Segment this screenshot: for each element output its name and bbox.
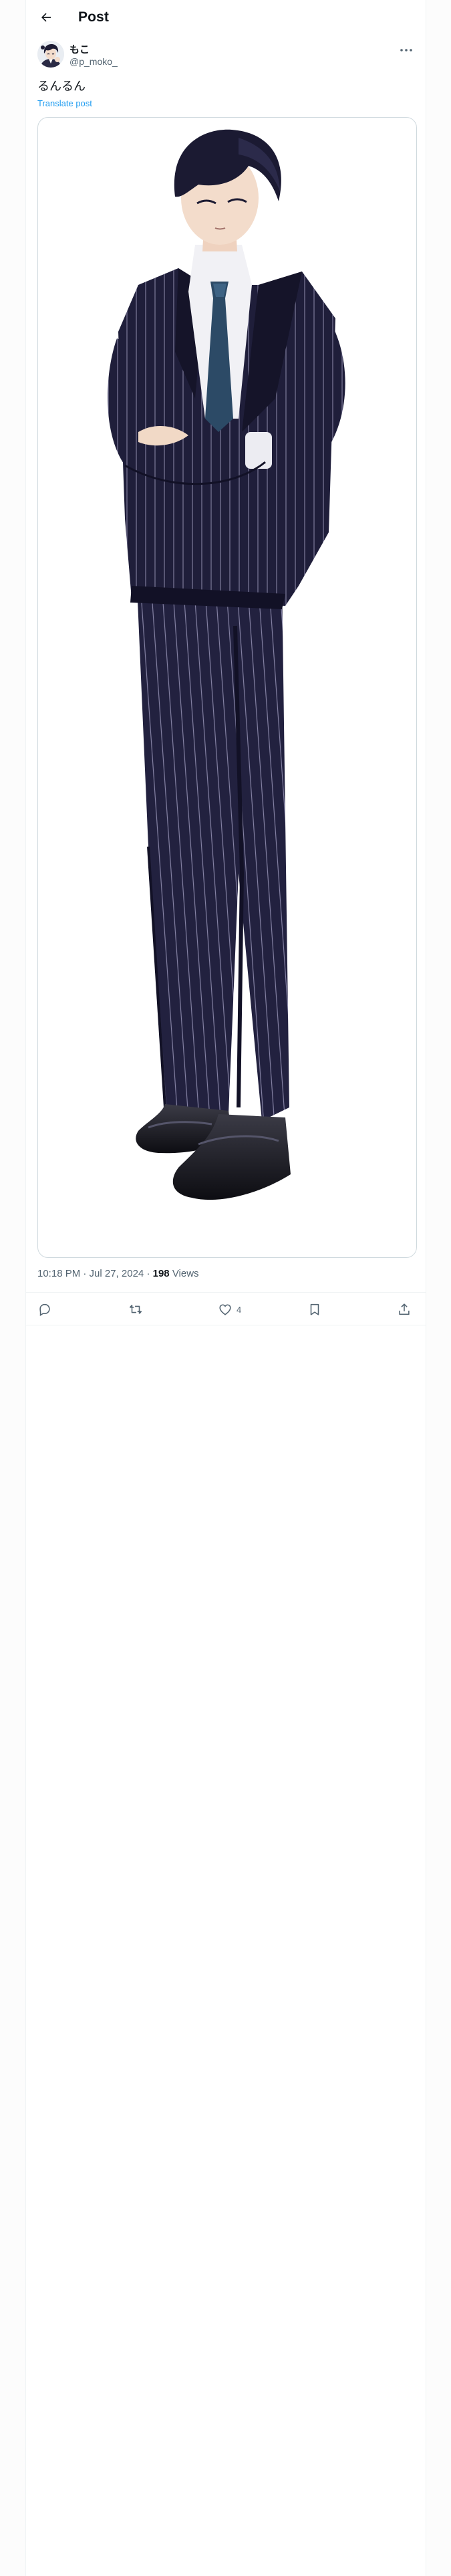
- head: [174, 129, 281, 251]
- views-label: Views: [172, 1268, 199, 1279]
- share-button[interactable]: [397, 1301, 412, 1318]
- repost-button[interactable]: [128, 1301, 143, 1318]
- share-icon: [399, 1303, 410, 1315]
- author-handle[interactable]: @p_moko_: [69, 56, 118, 67]
- like-count: 4: [237, 1304, 242, 1315]
- post-media[interactable]: [37, 117, 417, 1258]
- back-button[interactable]: [37, 8, 55, 27]
- page-title: Post: [78, 9, 109, 25]
- author-row: もこ @p_moko_: [37, 41, 416, 70]
- post-meta: 10:18 PM · Jul 27, 2024 · 198 Views: [37, 1268, 199, 1279]
- reply-button[interactable]: [37, 1301, 52, 1318]
- bookmark-button[interactable]: [307, 1301, 322, 1318]
- like-button[interactable]: 4: [218, 1301, 241, 1318]
- views-count: 198: [152, 1268, 170, 1279]
- avatar-image: [37, 41, 64, 68]
- page: Post もこ @p_moko_ るんるん Translate post 10:…: [0, 0, 451, 2576]
- bookmark-icon: [310, 1303, 319, 1315]
- action-bar: 4: [26, 1292, 426, 1325]
- reply-icon: [39, 1303, 50, 1317]
- more-horizontal-icon: [400, 49, 412, 51]
- meta-separator: ·: [146, 1268, 150, 1279]
- heart-icon: [219, 1304, 231, 1315]
- media-illustration: [108, 129, 345, 1200]
- trousers: [137, 579, 289, 1121]
- more-button[interactable]: [397, 42, 416, 58]
- avatar[interactable]: [37, 41, 64, 68]
- arrow-left-icon: [41, 13, 51, 22]
- header: Post: [26, 0, 426, 35]
- author-name[interactable]: もこ: [69, 42, 90, 56]
- shoes: [136, 1104, 291, 1200]
- repost-icon: [129, 1305, 142, 1314]
- timestamp[interactable]: 10:18 PM · Jul 27, 2024: [37, 1268, 144, 1279]
- translate-post-link[interactable]: Translate post: [37, 98, 92, 108]
- post-text: るんるん: [37, 80, 86, 94]
- main-column: Post もこ @p_moko_ るんるん Translate post 10:…: [25, 0, 426, 2576]
